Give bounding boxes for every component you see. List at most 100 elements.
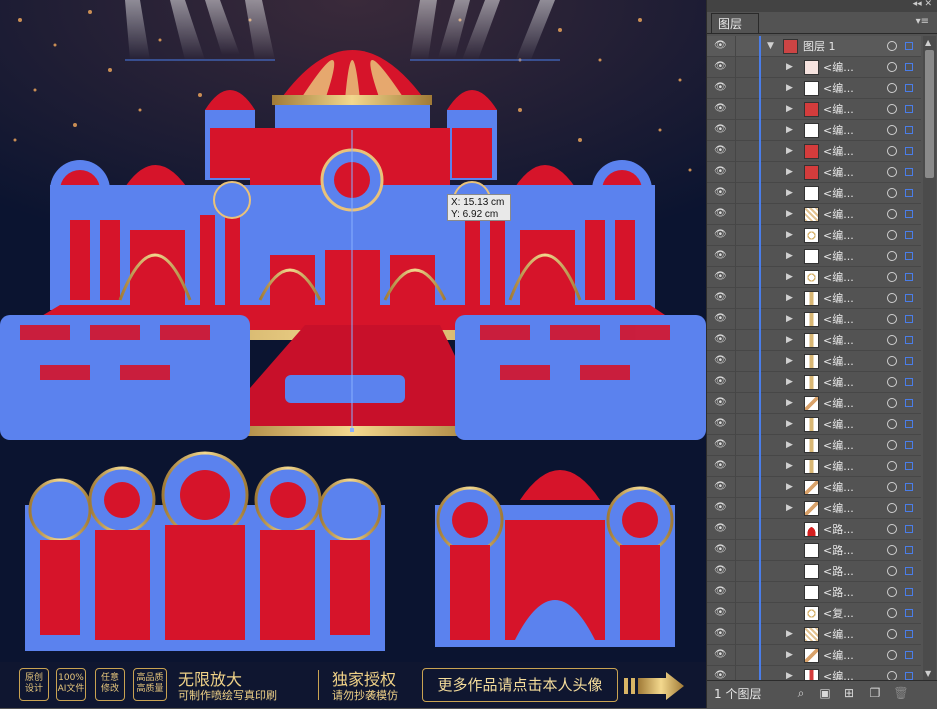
selection-square-icon[interactable] — [905, 168, 913, 176]
visibility-eye-icon[interactable]: 👁 — [714, 608, 728, 618]
expand-triangle-icon[interactable]: ▶ — [786, 461, 793, 471]
visibility-eye-icon[interactable]: 👁 — [714, 251, 728, 261]
layer-name[interactable]: <复... — [823, 607, 854, 620]
visibility-eye-icon[interactable]: 👁 — [714, 524, 728, 534]
layer-row[interactable]: 👁 <复... — [707, 603, 921, 624]
layer-name[interactable]: <编... — [823, 460, 854, 473]
visibility-eye-icon[interactable]: 👁 — [714, 83, 728, 93]
selection-square-icon[interactable] — [905, 84, 913, 92]
layer-row[interactable]: 👁 ▶ <编... — [707, 57, 921, 78]
selection-square-icon[interactable] — [905, 651, 913, 659]
expand-triangle-icon[interactable]: ▶ — [786, 251, 793, 261]
selection-square-icon[interactable] — [905, 252, 913, 260]
target-circle-icon[interactable] — [887, 335, 897, 345]
new-sublayer-icon[interactable]: ⊞ — [841, 686, 857, 700]
layer-row[interactable]: 👁 <路... — [707, 540, 921, 561]
selection-square-icon[interactable] — [905, 378, 913, 386]
layer-row[interactable]: 👁 ▶ <编... — [707, 351, 921, 372]
layer-row[interactable]: 👁 ▶ <编... — [707, 204, 921, 225]
layer-name[interactable]: <编... — [823, 124, 854, 137]
layer-row[interactable]: 👁 ▶ <编... — [707, 141, 921, 162]
selection-square-icon[interactable] — [905, 546, 913, 554]
target-circle-icon[interactable] — [887, 272, 897, 282]
visibility-eye-icon[interactable]: 👁 — [714, 314, 728, 324]
visibility-eye-icon[interactable]: 👁 — [714, 503, 728, 513]
layer-row[interactable]: 👁 ▶ <编... — [707, 372, 921, 393]
target-circle-icon[interactable] — [887, 398, 897, 408]
visibility-eye-icon[interactable]: 👁 — [714, 209, 728, 219]
expand-triangle-icon[interactable]: ▶ — [786, 377, 793, 387]
visibility-eye-icon[interactable]: 👁 — [714, 272, 728, 282]
selection-square-icon[interactable] — [905, 42, 913, 50]
layer-name[interactable]: 图层 1 — [803, 40, 836, 53]
layer-name[interactable]: <编... — [823, 628, 854, 641]
expand-triangle-icon[interactable]: ▶ — [786, 209, 793, 219]
expand-triangle-icon[interactable]: ▶ — [786, 398, 793, 408]
selection-square-icon[interactable] — [905, 126, 913, 134]
visibility-eye-icon[interactable]: 👁 — [714, 545, 728, 555]
delete-icon[interactable]: 🗑 — [893, 686, 909, 700]
selection-square-icon[interactable] — [905, 630, 913, 638]
scroll-up-icon[interactable]: ▲ — [925, 38, 931, 47]
selection-square-icon[interactable] — [905, 336, 913, 344]
clipping-icon[interactable]: ▣ — [817, 686, 833, 700]
expand-triangle-icon[interactable]: ▶ — [786, 503, 793, 513]
layer-name[interactable]: <编... — [823, 418, 854, 431]
visibility-eye-icon[interactable]: 👁 — [714, 587, 728, 597]
layer-row[interactable]: 👁 ▶ <编... — [707, 498, 921, 519]
visibility-eye-icon[interactable]: 👁 — [714, 566, 728, 576]
selection-square-icon[interactable] — [905, 588, 913, 596]
layer-row-top[interactable]: 👁 ▼ 图层 1 — [707, 36, 921, 57]
target-circle-icon[interactable] — [887, 650, 897, 660]
layer-row[interactable]: 👁 ▶ <编... — [707, 624, 921, 645]
visibility-eye-icon[interactable]: 👁 — [714, 356, 728, 366]
layer-row[interactable]: 👁 ▶ <编... — [707, 78, 921, 99]
layer-row[interactable]: 👁 ▶ <编... — [707, 645, 921, 666]
target-circle-icon[interactable] — [887, 503, 897, 513]
panel-collapse-close[interactable]: ◂◂ ✕ — [913, 0, 932, 9]
target-circle-icon[interactable] — [887, 377, 897, 387]
selection-square-icon[interactable] — [905, 672, 913, 680]
target-circle-icon[interactable] — [887, 41, 897, 51]
target-circle-icon[interactable] — [887, 566, 897, 576]
selection-square-icon[interactable] — [905, 189, 913, 197]
layer-name[interactable]: <编... — [823, 61, 854, 74]
layer-name[interactable]: <编... — [823, 145, 854, 158]
layer-row[interactable]: 👁 ▶ <编... — [707, 162, 921, 183]
target-circle-icon[interactable] — [887, 125, 897, 135]
layer-row[interactable]: 👁 ▶ <编... — [707, 267, 921, 288]
selection-square-icon[interactable] — [905, 315, 913, 323]
panel-scrollbar[interactable]: ▲ ▼ — [923, 36, 936, 680]
layer-name[interactable]: <编... — [823, 502, 854, 515]
target-circle-icon[interactable] — [887, 62, 897, 72]
target-circle-icon[interactable] — [887, 461, 897, 471]
layer-row[interactable]: 👁 ▶ <编... — [707, 393, 921, 414]
layer-name[interactable]: <编... — [823, 481, 854, 494]
layer-name[interactable]: <编... — [823, 187, 854, 200]
target-circle-icon[interactable] — [887, 545, 897, 555]
visibility-eye-icon[interactable]: 👁 — [714, 419, 728, 429]
layer-row[interactable]: 👁 ▶ <编... — [707, 120, 921, 141]
selection-square-icon[interactable] — [905, 525, 913, 533]
expand-triangle-icon[interactable]: ▶ — [786, 671, 793, 680]
layer-name[interactable]: <路... — [823, 544, 854, 557]
expand-triangle-icon[interactable]: ▶ — [786, 482, 793, 492]
layer-row[interactable]: 👁 ▶ <编... — [707, 288, 921, 309]
expand-triangle-icon[interactable]: ▶ — [786, 188, 793, 198]
selection-square-icon[interactable] — [905, 504, 913, 512]
layer-name[interactable]: <编... — [823, 292, 854, 305]
expand-triangle-icon[interactable]: ▶ — [786, 62, 793, 72]
layer-row[interactable]: 👁 ▶ <编... — [707, 246, 921, 267]
layer-row[interactable]: 👁 <路... — [707, 561, 921, 582]
scroll-down-icon[interactable]: ▼ — [925, 669, 931, 678]
layer-name[interactable]: <编... — [823, 208, 854, 221]
layer-name[interactable]: <编... — [823, 313, 854, 326]
expand-triangle-icon[interactable]: ▶ — [786, 629, 793, 639]
layer-row[interactable]: 👁 ▶ <编... — [707, 330, 921, 351]
layer-name[interactable]: <编... — [823, 271, 854, 284]
visibility-eye-icon[interactable]: 👁 — [714, 398, 728, 408]
target-circle-icon[interactable] — [887, 440, 897, 450]
layer-name[interactable]: <路... — [823, 523, 854, 536]
artboard-canvas[interactable]: X: 15.13 cm Y: 6.92 cm 原创 设计 100% AI文件 任意修… — [0, 0, 706, 708]
target-circle-icon[interactable] — [887, 83, 897, 93]
